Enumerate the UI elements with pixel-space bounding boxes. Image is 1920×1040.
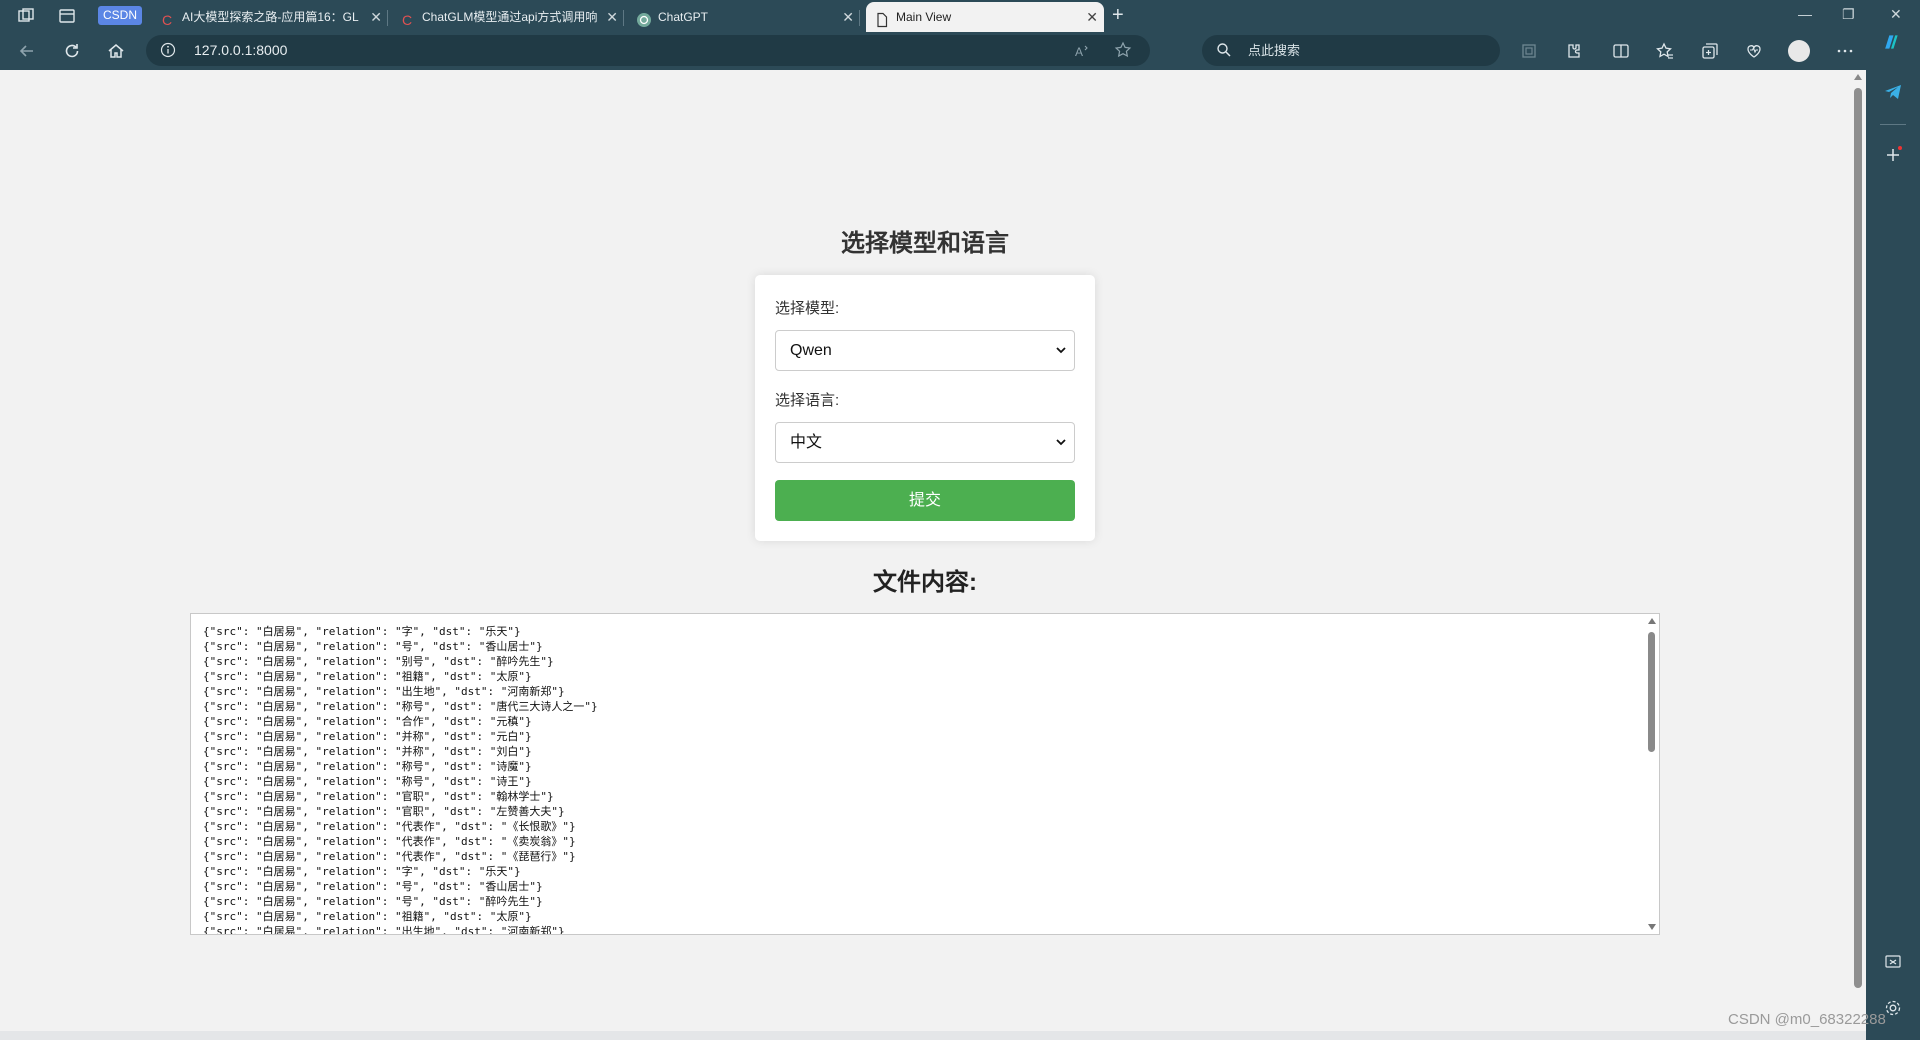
file-line: {"src": "白居易", "relation": "称号", "dst": … bbox=[203, 760, 532, 773]
submit-button[interactable]: 提交 bbox=[775, 480, 1075, 521]
file-line: {"src": "白居易", "relation": "合作", "dst": … bbox=[203, 715, 532, 728]
profile-avatar[interactable] bbox=[1788, 40, 1810, 62]
workspaces-icon[interactable] bbox=[16, 6, 36, 26]
file-line: {"src": "白居易", "relation": "称号", "dst": … bbox=[203, 775, 532, 788]
svg-text:C: C bbox=[162, 12, 172, 28]
app-available-icon[interactable] bbox=[1519, 41, 1539, 61]
collections-icon[interactable] bbox=[1700, 41, 1720, 61]
tab-bar: CSDN C AI大模型探索之路-应用篇16：GL ✕ C ChatGLM模型通… bbox=[0, 0, 1920, 32]
url-text[interactable]: 127.0.0.1:8000 bbox=[194, 35, 287, 66]
minimize-icon[interactable]: — bbox=[1798, 6, 1812, 22]
tab-csdn-article-2[interactable]: C ChatGLM模型通过api方式调用响 ✕ bbox=[392, 2, 624, 32]
page-icon bbox=[874, 9, 890, 28]
more-options-icon[interactable] bbox=[1835, 41, 1855, 61]
split-screen-icon[interactable] bbox=[1611, 41, 1631, 61]
home-icon[interactable] bbox=[106, 41, 126, 61]
search-placeholder: 点此搜索 bbox=[1248, 43, 1301, 58]
tab-main-view[interactable]: Main View ✕ bbox=[866, 2, 1104, 32]
watermark: CSDN @m0_68322288 bbox=[1728, 1011, 1886, 1028]
close-icon[interactable]: ✕ bbox=[370, 2, 382, 32]
close-window-icon[interactable]: ✕ bbox=[1890, 6, 1902, 23]
file-line: {"src": "白居易", "relation": "并称", "dst": … bbox=[203, 745, 532, 758]
file-line: {"src": "白居易", "relation": "官职", "dst": … bbox=[203, 790, 554, 803]
favorite-star-icon[interactable] bbox=[1114, 41, 1132, 59]
tab-chatgpt[interactable]: ChatGPT ✕ bbox=[628, 2, 860, 32]
svg-text:C: C bbox=[402, 12, 412, 28]
page-scrollbar[interactable] bbox=[1850, 70, 1866, 1030]
page-title: 选择模型和语言 bbox=[841, 230, 1009, 257]
extensions-icon[interactable] bbox=[1563, 41, 1583, 61]
file-line: {"src": "白居易", "relation": "代表作", "dst":… bbox=[203, 820, 576, 833]
file-line: {"src": "白居易", "relation": "号", "dst": "… bbox=[203, 640, 543, 653]
page-bottom-edge bbox=[0, 1031, 1866, 1040]
scroll-up-icon[interactable] bbox=[1648, 618, 1656, 624]
edge-sidebar bbox=[1866, 32, 1920, 1040]
chevron-down-icon bbox=[1056, 439, 1066, 446]
scroll-thumb[interactable] bbox=[1648, 632, 1655, 752]
svg-text:A: A bbox=[1075, 45, 1083, 59]
csdn-c-icon: C bbox=[400, 9, 416, 28]
file-line: {"src": "白居易", "relation": "号", "dst": "… bbox=[203, 880, 543, 893]
new-tab-button[interactable]: + bbox=[1112, 4, 1124, 27]
file-line: {"src": "白居易", "relation": "字", "dst": "… bbox=[203, 625, 521, 638]
tab-title: AI大模型探索之路-应用篇16：GL bbox=[182, 10, 359, 24]
file-line: {"src": "白居易", "relation": "代表作", "dst":… bbox=[203, 835, 576, 848]
close-icon[interactable]: ✕ bbox=[842, 2, 854, 32]
model-select[interactable]: Qwen bbox=[775, 330, 1075, 371]
file-line: {"src": "白居易", "relation": "并称", "dst": … bbox=[203, 730, 532, 743]
selection-card: 选择模型: Qwen 选择语言: 中文 提交 bbox=[755, 275, 1095, 541]
file-line: {"src": "白居易", "relation": "出生地", "dst":… bbox=[203, 925, 565, 935]
browser-toolbar: 127.0.0.1:8000 A 点此搜索 bbox=[0, 32, 1920, 70]
search-box[interactable]: 点此搜索 bbox=[1202, 35, 1500, 66]
address-bar[interactable]: 127.0.0.1:8000 A bbox=[146, 35, 1150, 66]
file-line: {"src": "白居易", "relation": "祖籍", "dst": … bbox=[203, 910, 532, 923]
refresh-icon[interactable] bbox=[62, 41, 82, 61]
scroll-thumb[interactable] bbox=[1854, 88, 1862, 988]
file-content-heading: 文件内容: bbox=[873, 569, 977, 596]
file-line: {"src": "白居易", "relation": "称号", "dst": … bbox=[203, 700, 598, 713]
scroll-down-icon[interactable] bbox=[1648, 924, 1656, 930]
search-icon bbox=[1216, 42, 1232, 58]
read-aloud-icon[interactable]: A bbox=[1074, 42, 1092, 60]
file-content-lines: {"src": "白居易", "relation": "字", "dst": "… bbox=[203, 624, 598, 935]
sidebar-divider bbox=[1880, 124, 1906, 125]
tab-title: ChatGPT bbox=[658, 10, 709, 24]
back-icon[interactable] bbox=[17, 41, 37, 61]
file-line: {"src": "白居易", "relation": "祖籍", "dst": … bbox=[203, 670, 532, 683]
browser-essentials-icon[interactable] bbox=[1744, 41, 1764, 61]
screenshot-icon[interactable] bbox=[1883, 952, 1903, 972]
file-line: {"src": "白居易", "relation": "字", "dst": "… bbox=[203, 865, 521, 878]
restore-icon[interactable]: ❐ bbox=[1842, 6, 1855, 23]
tab-csdn-article-1[interactable]: C AI大模型探索之路-应用篇16：GL ✕ bbox=[152, 2, 388, 32]
file-line: {"src": "白居易", "relation": "号", "dst": "… bbox=[203, 895, 543, 908]
file-line: {"src": "白居易", "relation": "出生地", "dst":… bbox=[203, 685, 565, 698]
file-content-textarea[interactable]: {"src": "白居易", "relation": "字", "dst": "… bbox=[190, 613, 1660, 935]
model-selected-value: Qwen bbox=[790, 342, 832, 359]
tab-actions-icon[interactable] bbox=[57, 6, 77, 26]
chevron-down-icon bbox=[1056, 347, 1066, 354]
file-line: {"src": "白居易", "relation": "官职", "dst": … bbox=[203, 805, 565, 818]
csdn-c-icon: C bbox=[160, 9, 176, 28]
scroll-up-icon[interactable] bbox=[1854, 74, 1862, 80]
language-label: 选择语言: bbox=[775, 392, 840, 409]
tab-title: Main View bbox=[896, 10, 952, 24]
file-line: {"src": "白居易", "relation": "别号", "dst": … bbox=[203, 655, 554, 668]
info-icon[interactable] bbox=[160, 42, 176, 58]
file-scrollbar[interactable] bbox=[1644, 614, 1659, 934]
file-line: {"src": "白居易", "relation": "代表作", "dst":… bbox=[203, 850, 576, 863]
tab-group-label[interactable]: CSDN bbox=[98, 6, 142, 25]
model-label: 选择模型: bbox=[775, 300, 840, 317]
telegram-icon[interactable] bbox=[1883, 82, 1903, 102]
favorites-icon[interactable] bbox=[1655, 41, 1675, 61]
language-select[interactable]: 中文 bbox=[775, 422, 1075, 463]
settings-gear-icon[interactable] bbox=[1883, 998, 1903, 1018]
copilot-icon[interactable] bbox=[1881, 32, 1905, 56]
close-icon[interactable]: ✕ bbox=[1086, 2, 1098, 32]
language-selected-value: 中文 bbox=[790, 434, 823, 451]
close-icon[interactable]: ✕ bbox=[606, 2, 618, 32]
add-icon[interactable] bbox=[1883, 145, 1903, 165]
tab-title: ChatGLM模型通过api方式调用响 bbox=[422, 10, 598, 24]
chatgpt-icon bbox=[636, 9, 652, 27]
